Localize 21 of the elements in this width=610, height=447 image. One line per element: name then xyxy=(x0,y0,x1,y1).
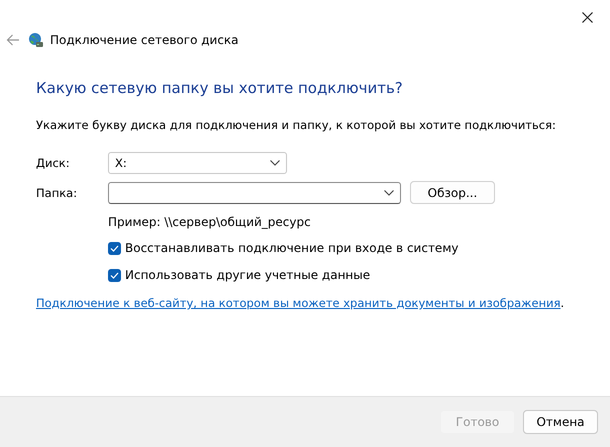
browse-button[interactable]: Обзор... xyxy=(410,181,495,204)
instruction-text: Укажите букву диска для подключения и папку, к которой вы хотите подключиться: xyxy=(36,118,557,132)
page-heading: Какую сетевую папку вы хотите подключить? xyxy=(36,79,404,97)
back-button[interactable] xyxy=(6,32,22,48)
folder-combo-box[interactable] xyxy=(108,182,401,204)
checkbox[interactable] xyxy=(108,268,121,282)
network-drive-icon xyxy=(28,32,44,48)
checkbox-label: Восстанавливать подключение при входе в систему xyxy=(125,241,458,255)
checkbox-label: Использовать другие учетные данные xyxy=(125,268,370,282)
drive-dropdown[interactable]: X: xyxy=(108,152,287,174)
close-icon[interactable] xyxy=(582,12,592,22)
drive-label: Диск: xyxy=(36,156,71,170)
folder-label: Папка: xyxy=(36,186,78,200)
window-title: Подключение сетевого диска xyxy=(50,33,239,47)
example-text: Пример: \\сервер\общий_ресурс xyxy=(108,215,312,229)
dialog-button[interactable]: Отмена xyxy=(523,410,598,434)
checkbox[interactable] xyxy=(108,242,121,254)
web-site-link[interactable]: Подключение к веб-сайту, на котором вы можете хранить документы и изображения xyxy=(36,296,561,310)
check-icon xyxy=(110,272,119,278)
check-icon xyxy=(110,244,119,252)
sentence-period: . xyxy=(560,296,564,310)
